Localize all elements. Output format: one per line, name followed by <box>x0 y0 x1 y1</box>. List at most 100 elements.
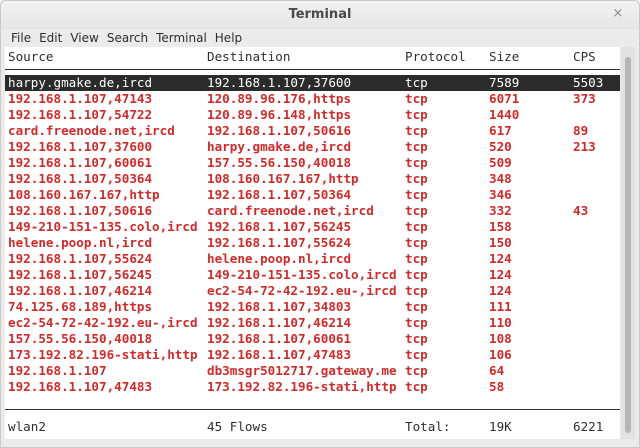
header-cps: CPS <box>573 49 596 64</box>
flow-source: harpy.gmake.de,ircd <box>8 75 153 90</box>
flow-source: helene.poop.nl,ircd <box>8 235 153 250</box>
flow-protocol: tcp <box>405 315 428 330</box>
table-row[interactable]: 192.168.1.107 db3msgr5012717.gateway.me tc… <box>5 363 620 379</box>
table-row[interactable]: 192.168.1.107,47483 173.192.82.196-stati,… <box>5 379 620 395</box>
flow-size: 1440 <box>489 107 520 122</box>
flow-source: 108.160.167.167,http <box>8 187 160 202</box>
flow-source: 192.168.1.107,54722 <box>8 107 153 122</box>
table-row[interactable]: 192.168.1.107,55624 helene.poop.nl,ircd tc… <box>5 251 620 267</box>
flow-source: 192.168.1.107,60061 <box>8 155 153 170</box>
scrollbar[interactable] <box>621 47 635 439</box>
flow-protocol: tcp <box>405 299 428 314</box>
table-row[interactable]: helene.poop.nl,ircd 192.168.1.107,55624 tc… <box>5 235 620 251</box>
table-row[interactable]: 173.192.82.196-stati,http 192.168.1.107,4… <box>5 347 620 363</box>
flow-cps: 213 <box>573 139 596 154</box>
flow-source: 192.168.1.107 <box>8 363 107 378</box>
flow-protocol: tcp <box>405 187 428 202</box>
flow-destination: 192.168.1.107,50616 <box>207 123 352 138</box>
table-row[interactable]: 192.168.1.107,46214 ec2-54-72-42-192.eu-,… <box>5 283 620 299</box>
flow-destination: card.freenode.net,ircd <box>207 203 374 218</box>
flow-source: 192.168.1.107,47143 <box>8 91 153 106</box>
flow-size: 617 <box>489 123 512 138</box>
flow-size: 520 <box>489 139 512 154</box>
flow-protocol: tcp <box>405 171 428 186</box>
flow-size: 346 <box>489 187 512 202</box>
header-protocol: Protocol <box>405 49 466 64</box>
flow-size: 158 <box>489 219 512 234</box>
flow-size: 7589 <box>489 75 520 90</box>
flow-size: 58 <box>489 379 505 394</box>
flow-source: 149-210-151-135.colo,ircd <box>8 219 198 234</box>
table-row[interactable]: 192.168.1.107,47143 120.89.96.176,https tc… <box>5 91 620 107</box>
flow-cps: 89 <box>573 123 589 138</box>
flow-size: 6071 <box>489 91 520 106</box>
menu-help[interactable]: Help <box>211 29 246 45</box>
flow-destination: helene.poop.nl,ircd <box>207 251 352 266</box>
flow-source: ec2-54-72-42-192.eu-,ircd <box>8 315 198 330</box>
menu-view[interactable]: View <box>66 29 102 45</box>
flow-size: 124 <box>489 267 512 282</box>
flow-protocol: tcp <box>405 219 428 234</box>
header-separator <box>5 69 620 70</box>
flow-source: 173.192.82.196-stati,http <box>8 347 198 362</box>
terminal-output[interactable]: Source Destination Protocol Size CPS har… <box>5 47 620 439</box>
flow-protocol: tcp <box>405 331 428 346</box>
flow-destination: 192.168.1.107,60061 <box>207 331 352 346</box>
flow-size: 108 <box>489 331 512 346</box>
menu-file[interactable]: File <box>1 29 35 45</box>
table-row[interactable]: 192.168.1.107,56245 149-210-151-135.colo,… <box>5 267 620 283</box>
menu-terminal[interactable]: Terminal <box>152 29 211 45</box>
menu-search[interactable]: Search <box>103 29 152 45</box>
flow-protocol: tcp <box>405 347 428 362</box>
flow-source: 157.55.56.150,40018 <box>8 331 153 346</box>
table-row[interactable]: card.freenode.net,ircd 192.168.1.107,5061… <box>5 123 620 139</box>
flow-destination: 192.168.1.107,46214 <box>207 315 352 330</box>
flow-source: 192.168.1.107,50616 <box>8 203 153 218</box>
table-row[interactable]: harpy.gmake.de,ircd 192.168.1.107,37600 tc… <box>5 75 620 91</box>
table-row[interactable]: 192.168.1.107,54722 120.89.96.148,https tc… <box>5 107 620 123</box>
flow-destination: 192.168.1.107,47483 <box>207 347 352 362</box>
flow-size: 64 <box>489 363 505 378</box>
flow-protocol: tcp <box>405 203 428 218</box>
table-row[interactable]: 157.55.56.150,40018 192.168.1.107,60061 tc… <box>5 331 620 347</box>
table-row[interactable]: 108.160.167.167,http 192.168.1.107,50364 t… <box>5 187 620 203</box>
scrollbar-thumb[interactable] <box>625 57 631 433</box>
flow-source: 192.168.1.107,56245 <box>8 267 153 282</box>
flow-size: 106 <box>489 347 512 362</box>
terminal-window: Terminal × File Edit View Search Terminal Hel… <box>0 0 640 448</box>
table-row[interactable]: ec2-54-72-42-192.eu-,ircd 192.168.1.107,4… <box>5 315 620 331</box>
flow-destination: 120.89.96.176,https <box>207 91 352 106</box>
close-icon[interactable]: × <box>611 7 625 21</box>
flow-cps: 43 <box>573 203 589 218</box>
table-row[interactable]: 192.168.1.107,50616 card.freenode.net,irc… <box>5 203 620 219</box>
flow-destination: 192.168.1.107,50364 <box>207 187 352 202</box>
flow-destination: 192.168.1.107,37600 <box>207 75 352 90</box>
flow-size: 150 <box>489 235 512 250</box>
flow-destination: 149-210-151-135.colo,ircd <box>207 267 397 282</box>
flow-protocol: tcp <box>405 235 428 250</box>
flow-source: 192.168.1.107,55624 <box>8 251 153 266</box>
table-row[interactable]: 149-210-151-135.colo,ircd 192.168.1.107,5… <box>5 219 620 235</box>
flow-source: 192.168.1.107,47483 <box>8 379 153 394</box>
table-row[interactable]: 192.168.1.107,50364 108.160.167.167,http t… <box>5 171 620 187</box>
total-size: 19K <box>489 419 512 434</box>
table-row[interactable]: 192.168.1.107,60061 157.55.56.150,40018 tc… <box>5 155 620 171</box>
total-cps: 6221 <box>573 419 604 434</box>
flow-protocol: tcp <box>405 155 428 170</box>
table-row[interactable]: 192.168.1.107,37600 harpy.gmake.de,ircd tc… <box>5 139 620 155</box>
table-row[interactable]: 74.125.68.189,https 192.168.1.107,34803 tc… <box>5 299 620 315</box>
flow-size: 111 <box>489 299 512 314</box>
flow-destination: 192.168.1.107,56245 <box>207 219 352 234</box>
flow-size: 124 <box>489 251 512 266</box>
flow-source: 192.168.1.107,50364 <box>8 171 153 186</box>
flow-source: card.freenode.net,ircd <box>8 123 175 138</box>
menu-edit[interactable]: Edit <box>35 29 66 45</box>
header-size: Size <box>489 49 520 64</box>
total-label: Total: <box>405 419 451 434</box>
flow-cps: 373 <box>573 91 596 106</box>
flow-size: 348 <box>489 171 512 186</box>
flow-protocol: tcp <box>405 379 428 394</box>
flow-count: 45 Flows <box>207 419 268 434</box>
flow-source: 192.168.1.107,37600 <box>8 139 153 154</box>
title-bar[interactable]: Terminal × <box>1 1 639 29</box>
